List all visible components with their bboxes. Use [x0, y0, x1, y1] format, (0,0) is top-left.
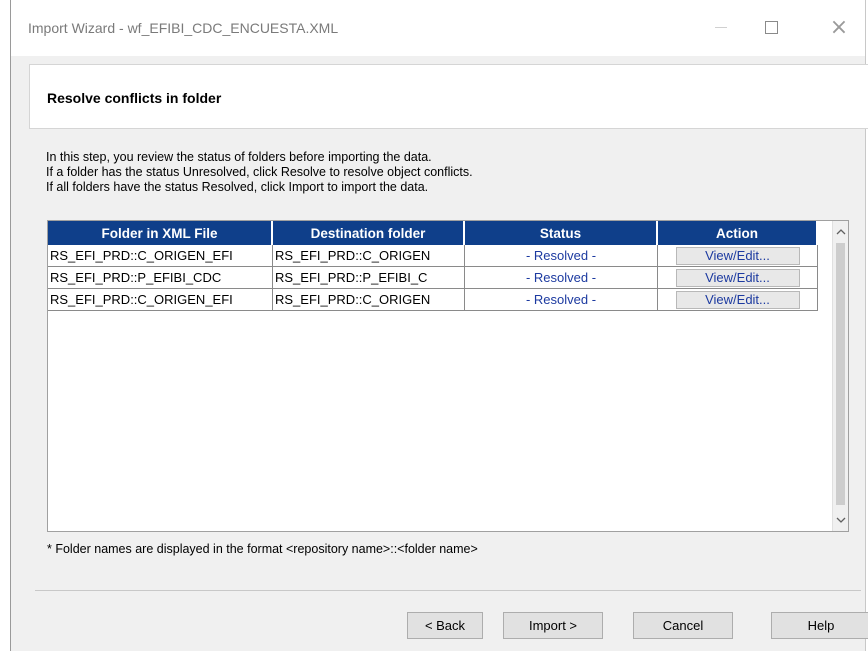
back-button[interactable]: < Back [407, 612, 483, 639]
table-row[interactable]: RS_EFI_PRD::C_ORIGEN_EFI RS_EFI_PRD::C_O… [48, 245, 818, 267]
folder-cell[interactable]: RS_EFI_PRD::C_ORIGEN_EFI [48, 245, 273, 267]
view-edit-button[interactable]: View/Edit... [675, 246, 800, 265]
action-cell: View/Edit... [658, 245, 818, 267]
destination-cell[interactable]: RS_EFI_PRD::P_EFIBI_C [273, 267, 465, 289]
maximize-icon [764, 20, 778, 34]
status-cell: - Resolved - [465, 267, 658, 289]
folder-cell[interactable]: RS_EFI_PRD::P_EFIBI_CDC [48, 267, 273, 289]
action-cell: View/Edit... [658, 267, 818, 289]
window-title: Import Wizard - wf_EFIBI_CDC_ENCUESTA.XM… [28, 20, 339, 36]
column-header-action[interactable]: Action [658, 221, 818, 245]
action-cell: View/Edit... [658, 289, 818, 311]
instruction-line: In this step, you review the status of f… [46, 150, 432, 164]
table-row[interactable]: RS_EFI_PRD::C_ORIGEN_EFI RS_EFI_PRD::C_O… [48, 289, 818, 311]
instruction-line: If a folder has the status Unresolved, c… [46, 165, 473, 179]
cancel-button[interactable]: Cancel [633, 612, 733, 639]
chevron-up-icon[interactable] [833, 223, 848, 241]
column-header-status[interactable]: Status [465, 221, 658, 245]
scrollbar-thumb[interactable] [836, 243, 845, 505]
column-header-destination[interactable]: Destination folder [273, 221, 465, 245]
import-button[interactable]: Import > [503, 612, 603, 639]
folder-format-note: * Folder names are displayed in the form… [47, 542, 478, 556]
status-cell: - Resolved - [465, 289, 658, 311]
chevron-down-icon[interactable] [833, 511, 848, 529]
footer-divider [35, 590, 861, 591]
step-title: Resolve conflicts in folder [47, 90, 222, 106]
destination-cell[interactable]: RS_EFI_PRD::C_ORIGEN [273, 245, 465, 267]
close-button[interactable]: × [817, 12, 861, 42]
minimize-icon [715, 26, 727, 28]
folder-conflicts-table: Folder in XML File Destination folder St… [47, 220, 849, 532]
maximize-button[interactable] [749, 12, 793, 42]
title-bar[interactable]: Import Wizard - wf_EFIBI_CDC_ENCUESTA.XM… [11, 0, 865, 56]
minimize-button[interactable] [699, 12, 743, 42]
instructions: In this step, you review the status of f… [46, 150, 473, 195]
close-icon: × [829, 14, 849, 40]
table-header-row: Folder in XML File Destination folder St… [48, 221, 818, 245]
help-button[interactable]: Help [771, 612, 868, 639]
column-header-folder[interactable]: Folder in XML File [48, 221, 273, 245]
destination-cell[interactable]: RS_EFI_PRD::C_ORIGEN [273, 289, 465, 311]
step-header: Resolve conflicts in folder [29, 64, 868, 129]
import-wizard-window: Import Wizard - wf_EFIBI_CDC_ENCUESTA.XM… [10, 0, 868, 651]
view-edit-button[interactable]: View/Edit... [675, 290, 800, 309]
status-cell: - Resolved - [465, 245, 658, 267]
table-row[interactable]: RS_EFI_PRD::P_EFIBI_CDC RS_EFI_PRD::P_EF… [48, 267, 818, 289]
vertical-scrollbar[interactable] [832, 221, 848, 531]
view-edit-button[interactable]: View/Edit... [675, 268, 800, 287]
instruction-line: If all folders have the status Resolved,… [46, 180, 429, 194]
folder-cell[interactable]: RS_EFI_PRD::C_ORIGEN_EFI [48, 289, 273, 311]
